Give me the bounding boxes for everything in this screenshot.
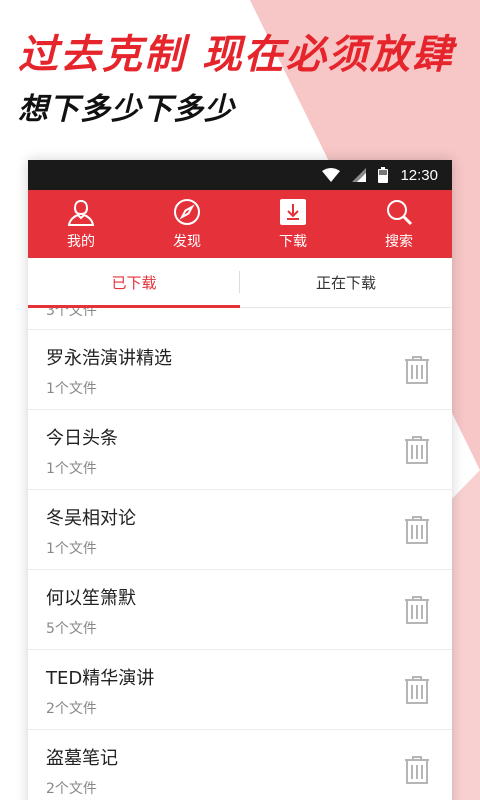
compass-icon [173, 198, 201, 226]
list-item-sub: 1个文件 [46, 461, 97, 477]
list-item-sub: 1个文件 [46, 541, 97, 557]
nav-item-download[interactable]: 下载 [240, 190, 346, 258]
list-item[interactable]: 盗墓笔记 2个文件 [28, 730, 452, 800]
trash-icon[interactable] [404, 356, 430, 388]
list-item-title: 冬吴相对论 [46, 508, 136, 529]
list-item-title: 罗永浩演讲精选 [46, 348, 172, 369]
list-item-title: TED精华演讲 [46, 668, 155, 689]
battery-icon [378, 167, 389, 183]
list-item-title: 何以笙箫默 [46, 588, 136, 609]
phone-screen: 12:30 我的 发现 下载 搜索 已下载 正在下载 3个文件 罗永浩演讲精选 … [28, 160, 452, 800]
user-icon [66, 198, 96, 226]
list-item-sub: 1个文件 [46, 381, 97, 397]
promo-subheadline: 想下多少下多少 [18, 92, 235, 127]
trash-icon[interactable] [404, 436, 430, 468]
promo-headline: 过去克制 现在必须放肆 [18, 32, 454, 78]
nav-label-mine: 我的 [67, 233, 95, 250]
list-item-sub: 5个文件 [46, 621, 97, 637]
nav-label-discover: 发现 [173, 233, 201, 250]
list-item-partial[interactable]: 3个文件 [28, 308, 452, 330]
tab-downloaded[interactable]: 已下载 [28, 258, 240, 308]
download-icon [279, 198, 307, 226]
top-navigation: 我的 发现 下载 搜索 [28, 190, 452, 258]
nav-item-search[interactable]: 搜索 [346, 190, 452, 258]
trash-icon[interactable] [404, 516, 430, 548]
list-item-title: 今日头条 [46, 428, 118, 449]
download-tabs: 已下载 正在下载 [28, 258, 452, 308]
tab-divider [239, 271, 240, 293]
list-item-sub: 3个文件 [46, 308, 97, 319]
trash-icon[interactable] [404, 676, 430, 708]
nav-label-download: 下载 [279, 233, 307, 250]
tab-downloading[interactable]: 正在下载 [240, 258, 452, 307]
signal-icon [352, 168, 367, 182]
search-icon [385, 198, 413, 226]
download-list[interactable]: 3个文件 罗永浩演讲精选 1个文件 今日头条 1个文件 冬吴相对论 1个文件 何… [28, 308, 452, 800]
trash-icon[interactable] [404, 596, 430, 628]
list-item-sub: 2个文件 [46, 701, 97, 717]
trash-icon[interactable] [404, 756, 430, 788]
status-time: 12:30 [400, 166, 438, 184]
list-item[interactable]: TED精华演讲 2个文件 [28, 650, 452, 730]
list-item-title: 盗墓笔记 [46, 748, 118, 769]
list-item[interactable]: 罗永浩演讲精选 1个文件 [28, 330, 452, 410]
nav-label-search: 搜索 [385, 233, 413, 250]
list-item[interactable]: 冬吴相对论 1个文件 [28, 490, 452, 570]
status-bar: 12:30 [28, 160, 452, 190]
list-item-sub: 2个文件 [46, 781, 97, 797]
wifi-icon [322, 168, 341, 182]
list-item[interactable]: 今日头条 1个文件 [28, 410, 452, 490]
nav-item-discover[interactable]: 发现 [134, 190, 240, 258]
nav-item-mine[interactable]: 我的 [28, 190, 134, 258]
list-item[interactable]: 何以笙箫默 5个文件 [28, 570, 452, 650]
